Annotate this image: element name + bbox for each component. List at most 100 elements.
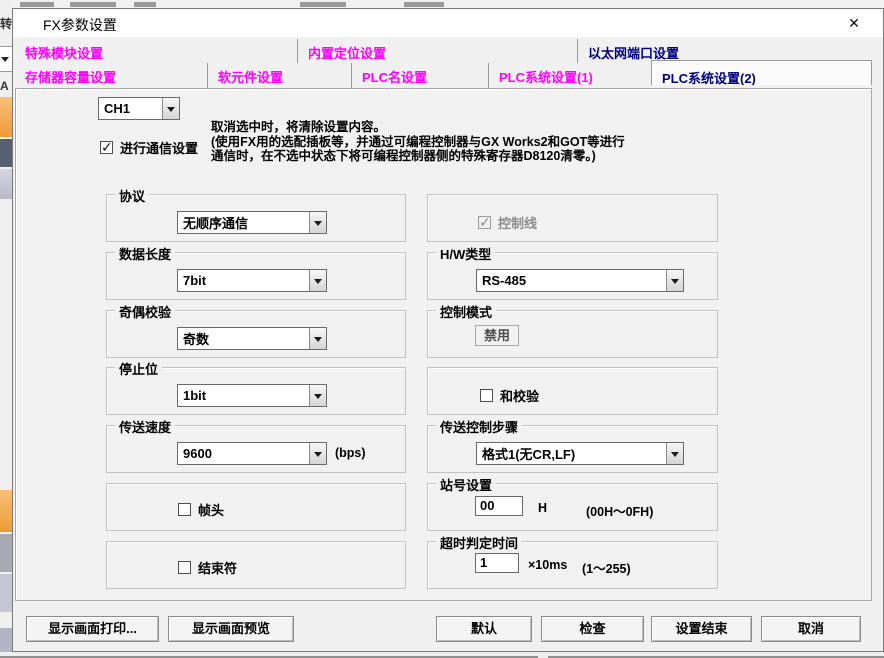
description-text: 取消选中时，将清除设置内容。 (使用FX用的选配插板等，并通过可编程控制器与GX…	[211, 120, 681, 164]
timeout-unit: ×10ms	[528, 558, 567, 572]
tab-plc-system-1[interactable]: PLC系统设置(1)	[488, 63, 651, 88]
sum-check-checkbox[interactable]: 和校验	[480, 386, 539, 405]
check-button[interactable]: 检查	[541, 616, 644, 642]
chevron-down-icon[interactable]	[309, 328, 326, 349]
background-toolbar-fragment	[0, 169, 12, 199]
background-text-fragment: A	[0, 79, 12, 95]
station-number-group: 站号设置 00 H (00H～0FH)	[427, 483, 718, 531]
control-mode-label: 控制模式	[436, 302, 496, 321]
sum-check-group: 和校验	[427, 367, 718, 415]
background-toolbar-fragment	[0, 97, 12, 137]
stop-bit-label: 停止位	[115, 359, 162, 378]
control-procedure-value: 格式1(无CR,LF)	[477, 444, 666, 463]
stop-bit-group: 停止位 1bit	[106, 367, 406, 415]
default-button[interactable]: 默认	[436, 616, 532, 642]
tab-plc-system-2[interactable]: PLC系统设置(2)	[651, 60, 872, 85]
baud-rate-value: 9600	[178, 446, 309, 461]
background-text-fragment: 转	[0, 17, 12, 37]
hw-type-value: RS-485	[477, 273, 666, 288]
tab-special-module[interactable]: 特殊模块设置	[15, 39, 297, 63]
header-group: 帧头	[106, 483, 406, 531]
dialog-title: FX参数设置	[43, 15, 117, 35]
cancel-button[interactable]: 取消	[761, 616, 861, 642]
checkbox-icon	[478, 216, 491, 229]
chevron-down-icon[interactable]	[666, 270, 683, 291]
header-checkbox[interactable]: 帧头	[178, 500, 224, 519]
station-number-label: 站号设置	[436, 475, 496, 494]
baud-rate-unit: (bps)	[335, 446, 366, 460]
background-toolbar-fragment	[0, 574, 12, 612]
checkbox-icon[interactable]	[178, 561, 191, 574]
timeout-input[interactable]: 1	[475, 553, 519, 573]
tab-builtin-positioning[interactable]: 内置定位设置	[297, 39, 577, 63]
parity-group: 奇偶校验 奇数	[106, 310, 406, 358]
control-line-group: 控制线	[427, 194, 718, 242]
chevron-down-icon[interactable]	[309, 385, 326, 406]
protocol-value: 无顺序通信	[178, 213, 309, 232]
display-print-button[interactable]: 显示画面打印...	[26, 616, 159, 642]
control-mode-value: 禁用	[475, 325, 519, 346]
station-number-range: (00H～0FH)	[586, 501, 653, 520]
checkbox-label: 结束符	[198, 558, 237, 577]
chevron-down-icon[interactable]	[666, 443, 683, 464]
tab-row-2: 存储器容量设置 软元件设置 PLC名设置 PLC系统设置(1) PLC系统设置(…	[15, 63, 872, 88]
chevron-down-icon[interactable]	[309, 270, 326, 291]
hw-type-select[interactable]: RS-485	[476, 269, 684, 292]
parity-label: 奇偶校验	[115, 302, 175, 321]
protocol-label: 协议	[115, 186, 149, 205]
close-icon[interactable]: ✕	[841, 12, 867, 34]
checkbox-label: 帧头	[198, 500, 224, 519]
description-line: (使用FX用的选配插板等，并通过可编程控制器与GX Works2和GOT等进行	[211, 135, 681, 150]
terminator-checkbox[interactable]: 结束符	[178, 558, 237, 577]
baud-rate-group: 传送速度 9600 (bps)	[106, 425, 406, 473]
timeout-range: (1～255)	[582, 558, 631, 577]
baud-rate-select[interactable]: 9600	[177, 442, 327, 465]
description-line: 通信时，在不选中状态下将可编程控制器侧的特殊寄存器D8120清零。)	[211, 149, 681, 164]
background-bottom-strip	[0, 652, 884, 658]
station-number-input[interactable]: 00	[475, 496, 523, 516]
chevron-down-icon[interactable]	[309, 212, 326, 233]
chevron-down-icon[interactable]	[162, 98, 179, 119]
checkbox-icon[interactable]	[100, 141, 113, 154]
display-preview-button[interactable]: 显示画面预览	[168, 616, 294, 642]
hw-type-group: H/W类型 RS-485	[427, 252, 718, 300]
checkbox-icon[interactable]	[178, 503, 191, 516]
control-mode-group: 控制模式 禁用	[427, 310, 718, 358]
background-toolbar-fragment	[0, 628, 12, 652]
control-procedure-label: 传送控制步骤	[436, 417, 522, 436]
description-line: 取消选中时，将清除设置内容。	[211, 120, 681, 135]
data-length-select[interactable]: 7bit	[177, 269, 327, 292]
hw-type-label: H/W类型	[436, 244, 495, 263]
data-length-label: 数据长度	[115, 244, 175, 263]
checkbox-label: 控制线	[498, 213, 537, 232]
background-toolbar-fragment	[0, 139, 12, 167]
channel-value: CH1	[99, 101, 162, 116]
data-length-value: 7bit	[178, 273, 309, 288]
stop-bit-select[interactable]: 1bit	[177, 384, 327, 407]
parity-select[interactable]: 奇数	[177, 327, 327, 350]
control-procedure-group: 传送控制步骤 格式1(无CR,LF)	[427, 425, 718, 473]
finish-setting-button[interactable]: 设置结束	[651, 616, 752, 642]
tab-memory-capacity[interactable]: 存储器容量设置	[15, 63, 207, 88]
tab-device[interactable]: 软元件设置	[207, 63, 351, 88]
background-left-strip: 转 A	[0, 0, 12, 658]
tab-plc-name[interactable]: PLC名设置	[351, 63, 488, 88]
fx-parameter-dialog: FX参数设置 ✕ 特殊模块设置 内置定位设置 以太网端口设置 存储器容量设置 软…	[12, 8, 884, 652]
checkbox-icon[interactable]	[480, 389, 493, 402]
chevron-down-icon[interactable]	[309, 443, 326, 464]
checkbox-label: 和校验	[500, 386, 539, 405]
checkbox-label: 进行通信设置	[120, 138, 198, 157]
stop-bit-value: 1bit	[178, 388, 309, 403]
background-top-strip	[12, 0, 884, 8]
communication-setting-checkbox[interactable]: 进行通信设置	[100, 138, 198, 157]
background-toolbar-fragment	[0, 490, 12, 532]
terminator-group: 结束符	[106, 541, 406, 589]
protocol-select[interactable]: 无顺序通信	[177, 211, 327, 234]
timeout-group: 超时判定时间 1 ×10ms (1～255)	[427, 541, 718, 589]
channel-select[interactable]: CH1	[98, 97, 180, 120]
control-procedure-select[interactable]: 格式1(无CR,LF)	[476, 442, 684, 465]
titlebar: FX参数设置 ✕	[13, 9, 883, 37]
control-line-checkbox: 控制线	[478, 213, 537, 232]
station-number-unit: H	[538, 501, 547, 515]
timeout-label: 超时判定时间	[436, 533, 522, 552]
